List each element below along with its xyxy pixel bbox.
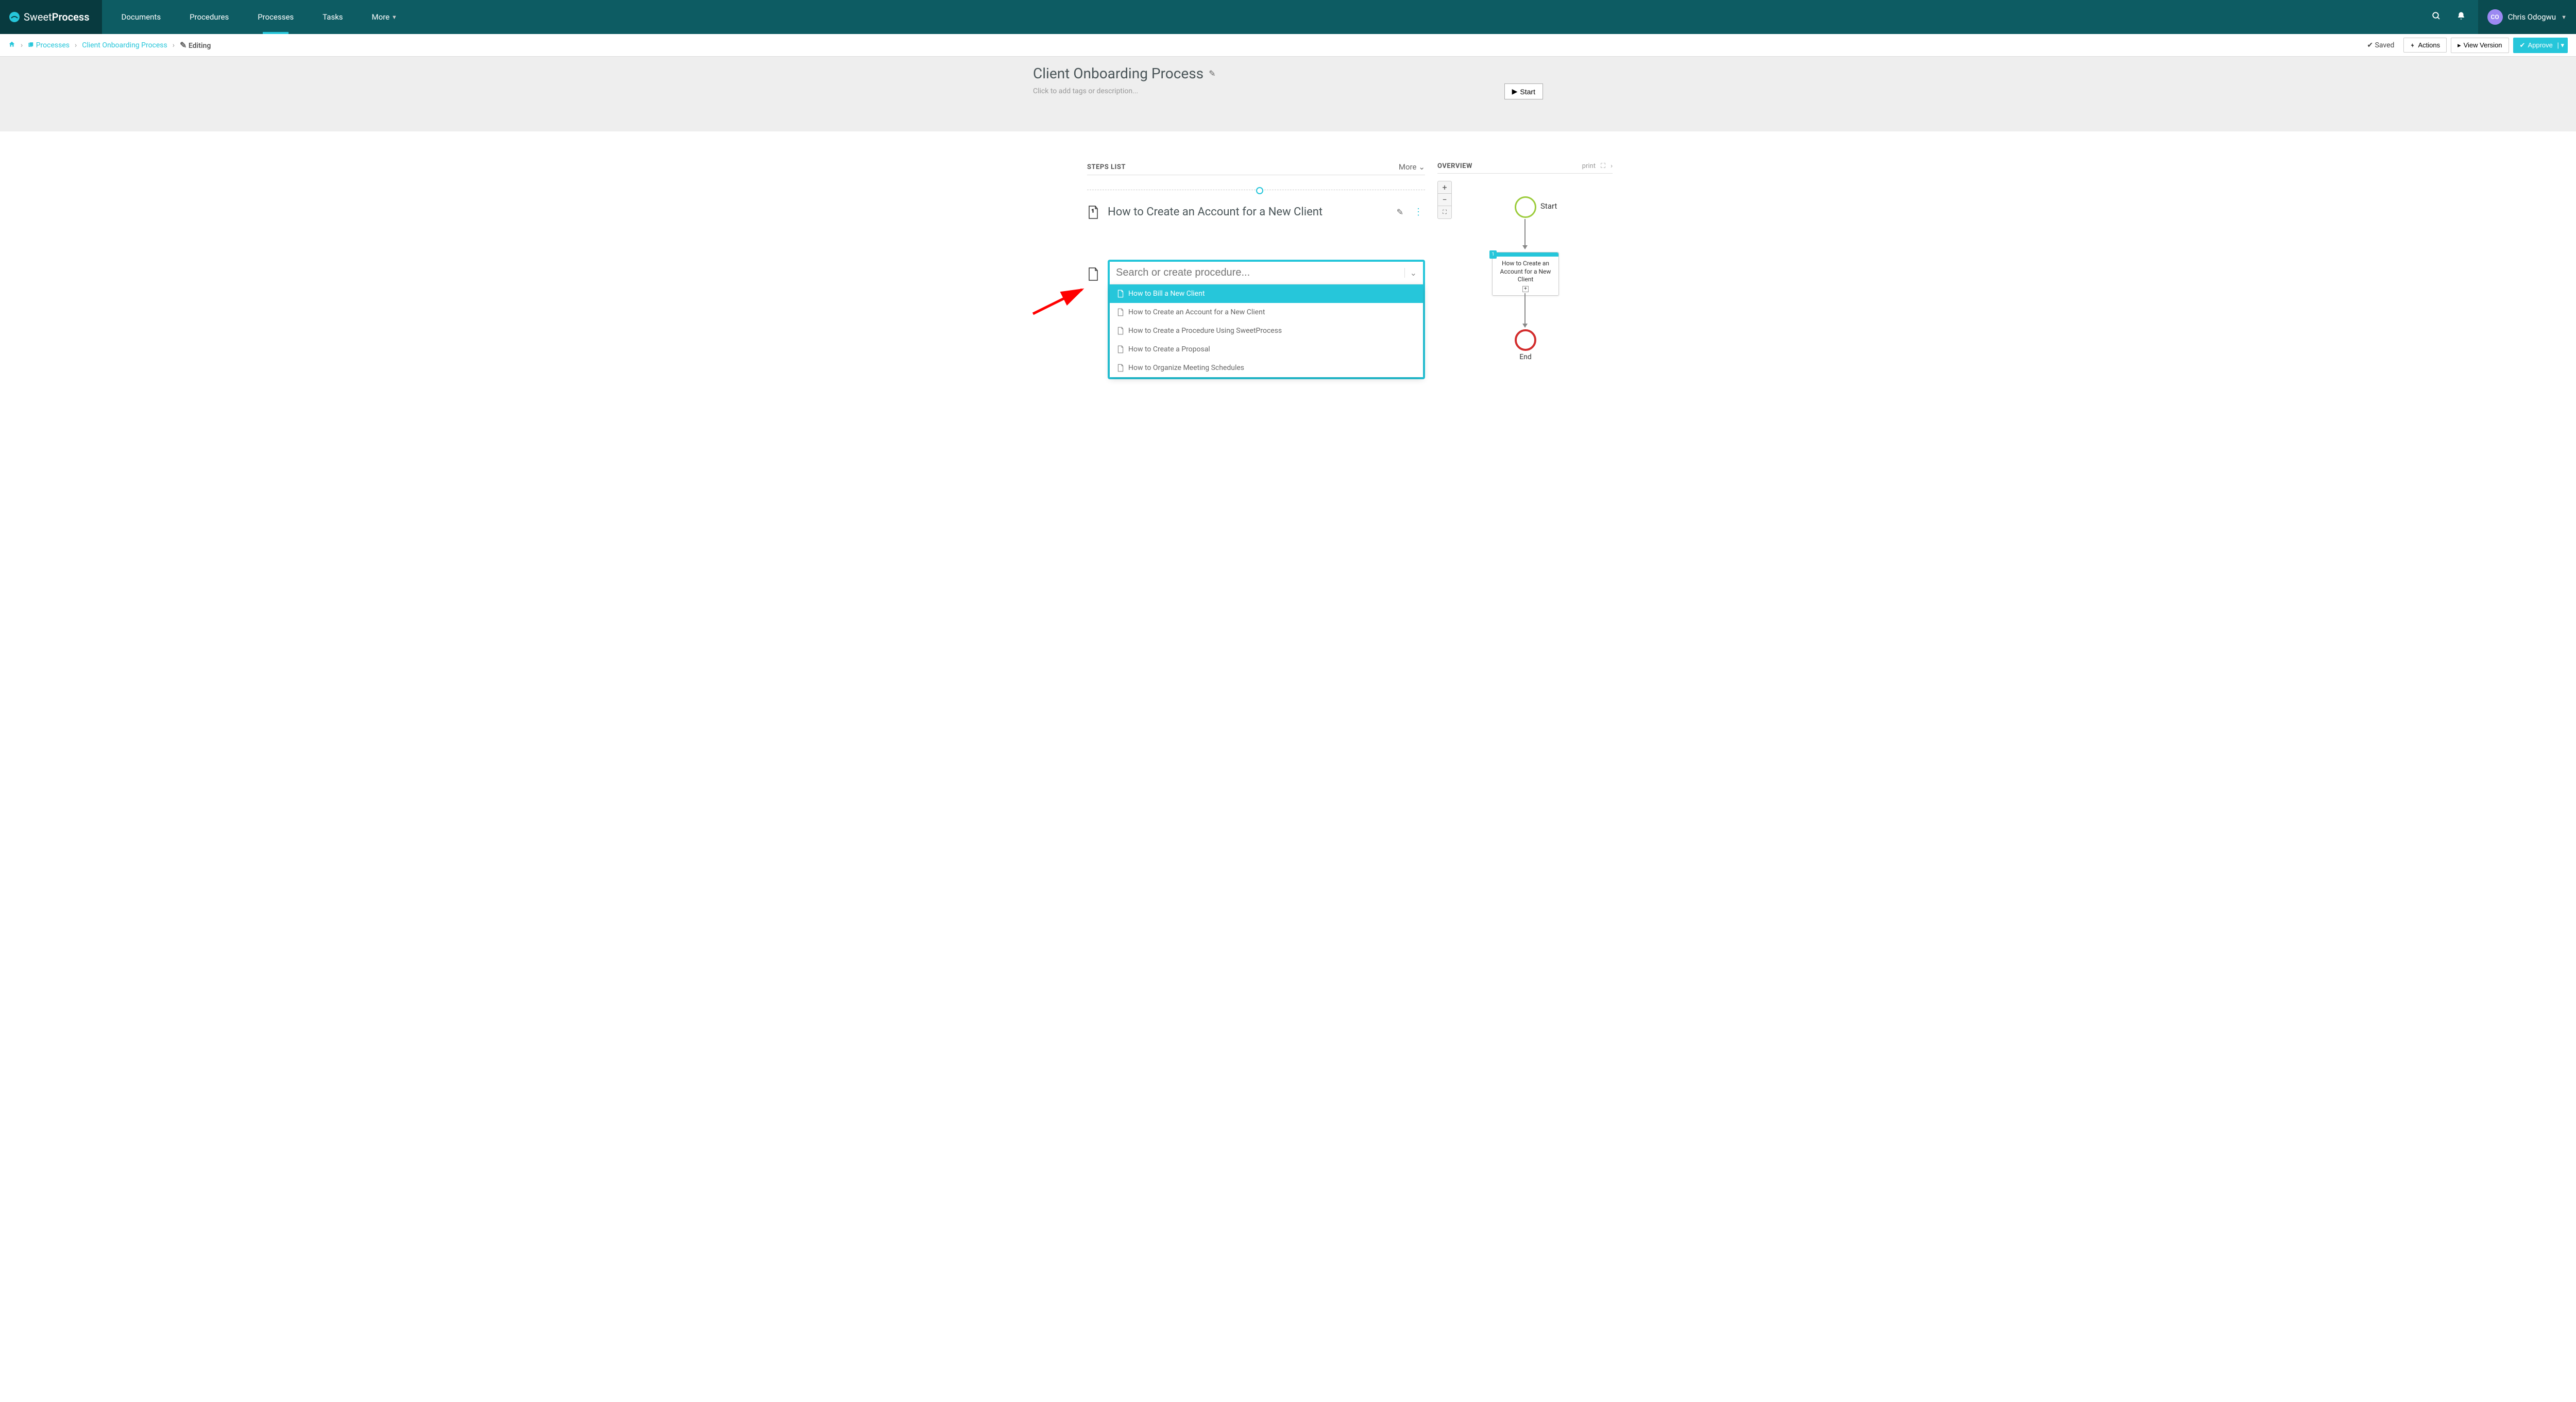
steps-title: STEPS LIST [1087,163,1126,171]
breadcrumb-item[interactable]: Client Onboarding Process [82,41,167,49]
breadcrumb-separator: › [173,41,175,49]
add-step-row: ⌄ How to Bill a New Client How to Create… [1087,260,1425,379]
view-version-button[interactable]: ▸ View Version [2451,38,2509,53]
chevron-right-icon[interactable]: › [1611,162,1613,170]
avatar: CO [2487,9,2503,25]
saved-indicator: ✔ Saved [2362,41,2399,49]
user-menu[interactable]: CO Chris Odogwu ▼ [2478,0,2576,34]
annotation-arrow [1030,285,1087,316]
steps-more[interactable]: More ⌄ [1399,162,1425,172]
main-content: STEPS LIST More ⌄ 1 How to Create an Acc… [953,162,1623,379]
nav-more[interactable]: More ▼ [358,0,412,34]
overview-actions: print ⛶ › [1582,162,1613,170]
tag-description-placeholder[interactable]: Click to add tags or description... [1033,87,1543,95]
flow-arrow [1524,219,1526,249]
dropdown-toggle-icon[interactable]: ⌄ [1404,268,1417,278]
breadcrumb-section[interactable]: Processes [28,41,70,49]
header-section: Client Onboarding Process ✎ Click to add… [0,57,2576,131]
breadcrumb-separator: › [21,41,23,49]
actions-button[interactable]: Actions [2403,38,2447,53]
nav-documents[interactable]: Documents [107,0,176,34]
nav-tasks[interactable]: Tasks [308,0,357,34]
top-navigation: SweetProcess Documents Procedures Proces… [0,0,2576,34]
flow-end-node[interactable] [1515,329,1536,351]
page-title[interactable]: Client Onboarding Process ✎ [1033,65,1543,82]
brand-logo: SweetProcess [8,11,90,23]
breadcrumb: › Processes › Client Onboarding Process … [8,40,211,50]
user-name: Chris Odogwu [2508,12,2556,22]
document-icon [1117,308,1124,316]
overview-column: OVERVIEW print ⛶ › + − ⛶ Start 1 How to … [1437,162,1613,379]
pencil-icon[interactable]: ✎ [1209,69,1215,78]
bell-icon[interactable] [2453,8,2469,26]
breadcrumb-bar: › Processes › Client Onboarding Process … [0,34,2576,57]
dropdown-option[interactable]: How to Organize Meeting Schedules [1110,359,1423,377]
document-icon [1087,267,1099,281]
nav-processes[interactable]: Processes [243,0,308,34]
print-link[interactable]: print [1582,162,1596,170]
breadcrumb-actions: ✔ Saved Actions ▸ View Version ✔ Approve… [2362,38,2568,53]
pencil-icon: ✎ [180,40,187,50]
flow-diagram: Start 1 How to Create an Account for a N… [1437,189,1613,375]
breadcrumb-state: ✎ Editing [180,40,211,50]
search-icon[interactable] [2429,8,2444,26]
flow-end-label: End [1515,353,1536,361]
chevron-down-icon: ⌄ [1418,162,1425,172]
document-icon [1117,290,1124,298]
dropdown-option[interactable]: How to Create a Proposal [1110,340,1423,359]
flow-step-card[interactable]: 1 How to Create an Account for a New Cli… [1492,252,1559,296]
chevron-down-icon: ▼ [392,14,397,21]
document-icon [1117,327,1124,335]
home-icon[interactable] [8,41,15,50]
brand-text: SweetProcess [24,11,90,23]
dropdown-option[interactable]: How to Bill a New Client [1110,284,1423,303]
step-title: How to Create an Account for a New Clien… [1108,206,1388,218]
steps-column: STEPS LIST More ⌄ 1 How to Create an Acc… [1087,162,1425,379]
procedure-search-input[interactable] [1116,267,1404,279]
nav-items: Documents Procedures Processes Tasks Mor… [107,0,412,34]
flow-card-text: How to Create an Account for a New Clien… [1493,257,1558,285]
step-item[interactable]: 1 How to Create an Account for a New Cli… [1087,200,1425,224]
logo-area[interactable]: SweetProcess [0,0,102,34]
dropdown-option[interactable]: How to Create a Procedure Using SweetPro… [1110,322,1423,340]
procedure-search-box: ⌄ How to Bill a New Client How to Create… [1108,260,1425,379]
expand-step-icon[interactable]: + [1522,286,1529,292]
kebab-menu-icon[interactable]: ⋮ [1412,205,1425,219]
step-number-badge: 1 [1489,250,1497,259]
document-icon [1117,364,1124,372]
start-button[interactable]: ▶ Start [1504,83,1543,99]
breadcrumb-separator: › [75,41,77,49]
overview-title: OVERVIEW [1437,162,1472,170]
steps-header: STEPS LIST More ⌄ [1087,162,1425,175]
chevron-down-icon: ▼ [2561,14,2567,21]
document-icon: 1 [1087,205,1099,219]
svg-text:1: 1 [1092,209,1094,213]
expand-icon[interactable]: ⛶ [1601,162,1605,170]
dropdown-option[interactable]: How to Create an Account for a New Clien… [1110,303,1423,322]
brand-icon [8,11,21,23]
procedure-dropdown: How to Bill a New Client How to Create a… [1110,284,1423,377]
overview-header: OVERVIEW print ⛶ › [1437,162,1613,174]
flow-arrow [1524,293,1526,327]
document-icon [1117,345,1124,353]
flow-start-node[interactable] [1515,196,1536,218]
pencil-icon[interactable]: ✎ [1397,207,1403,217]
approve-button[interactable]: ✔ Approve | ▾ [2513,38,2568,53]
nav-procedures[interactable]: Procedures [175,0,243,34]
nav-right: CO Chris Odogwu ▼ [2429,0,2566,34]
flow-start-label: Start [1540,201,1557,211]
